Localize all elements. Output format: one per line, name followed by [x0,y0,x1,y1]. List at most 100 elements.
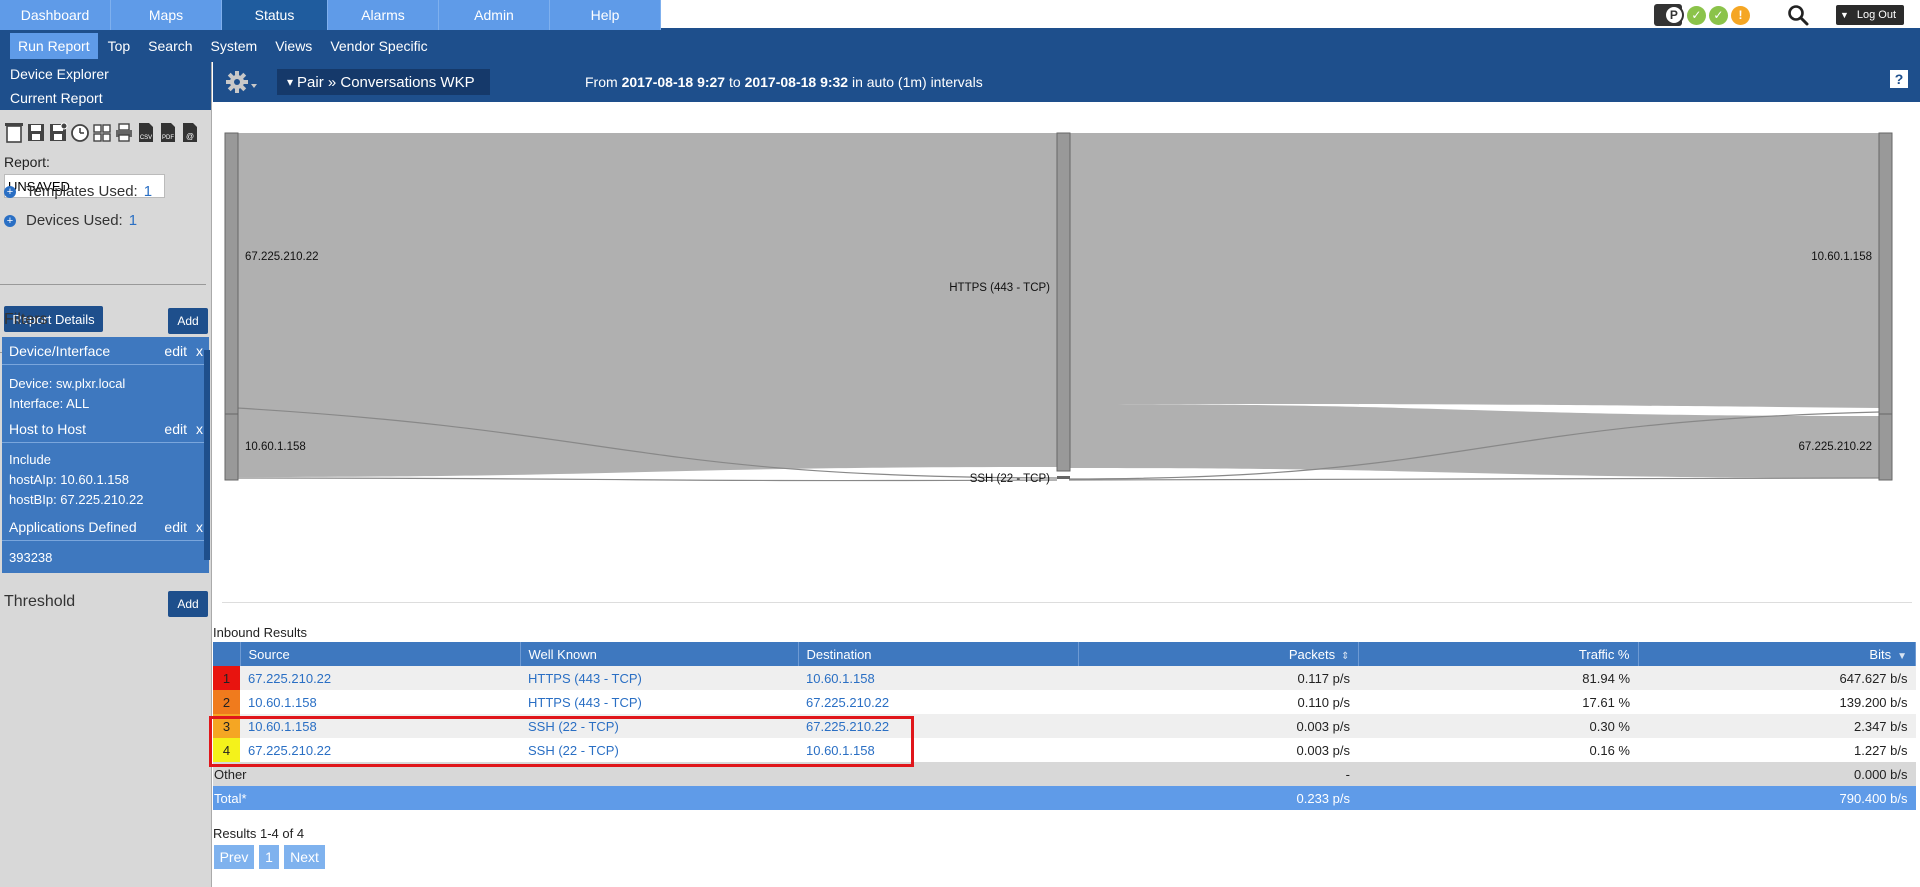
filter-edit-link[interactable]: edit [164,343,187,359]
bits-header[interactable]: Bits ▼ [1638,642,1916,666]
filter-line: Include [9,451,51,467]
device-explorer-link[interactable]: Device Explorer [0,62,211,86]
traffic-header[interactable]: Traffic % [1358,642,1639,666]
time-range[interactable]: From 2017-08-18 9:27 to 2017-08-18 9:32 … [585,74,983,90]
traffic-cell: 0.16 % [1358,738,1638,762]
clock-icon[interactable] [70,121,90,143]
print-icon[interactable] [114,121,134,143]
next-page-button[interactable]: Next [284,845,325,869]
packets-header[interactable]: Packets ⇕ [1078,642,1359,666]
destination-link[interactable]: 67.225.210.22 [806,719,889,734]
sankey-node[interactable] [1057,476,1070,479]
save-icon[interactable] [26,121,46,143]
view-selector-label: Pair » Conversations WKP [297,73,475,91]
threshold-title: Threshold [4,593,76,610]
bits-header-label: Bits [1869,646,1892,662]
source-link[interactable]: 10.60.1.158 [248,695,317,710]
source-header[interactable]: Source [240,642,521,666]
save-as-icon[interactable] [48,121,68,143]
tab-maps[interactable]: Maps [111,0,222,30]
tab-help[interactable]: Help [550,0,661,30]
page-1-button[interactable]: 1 [259,845,279,869]
well-known-header[interactable]: Well Known [520,642,799,666]
expand-plus-icon: + [4,185,16,198]
bits-cell: 2.347 b/s [1638,714,1916,738]
subnav-views[interactable]: Views [267,33,320,59]
system-status[interactable]: P ✓ ✓ ! [1653,4,1750,26]
source-link[interactable]: 10.60.1.158 [248,719,317,734]
destination-cell: 67.225.210.22 [798,714,1078,738]
subnav-search[interactable]: Search [140,33,200,59]
subnav-run-report[interactable]: Run Report [10,33,98,59]
templates-used-count[interactable]: 1 [144,183,152,200]
subnav-top[interactable]: Top [100,33,139,59]
filter-edit-link[interactable]: edit [164,421,187,437]
sankey-node[interactable] [1878,413,1893,481]
sankey-flow [237,133,1057,432]
sankey-flow [1069,133,1879,408]
subnav-system[interactable]: System [203,33,266,59]
other-row: Other - 0.000 b/s [213,762,1916,786]
source-link[interactable]: 67.225.210.22 [248,743,331,758]
rank-cell: 4 [213,738,240,762]
trash-icon[interactable] [4,121,24,143]
devices-used-count[interactable]: 1 [129,212,137,229]
other-bits: 0.000 b/s [1638,762,1916,786]
view-selector-button[interactable]: ▾ Pair » Conversations WKP [277,69,490,95]
destination-header[interactable]: Destination [798,642,1079,666]
grid-icon[interactable] [92,121,112,143]
destination-link[interactable]: 10.60.1.158 [806,671,875,686]
results-table: Source Well Known Destination Packets ⇕ T… [213,642,1916,810]
rank-cell: 1 [213,666,240,690]
sidebar-scrollbar[interactable] [204,350,210,560]
search-icon[interactable] [1786,3,1810,27]
filter-edit-link[interactable]: edit [164,519,187,535]
well-known-link[interactable]: SSH (22 - TCP) [528,719,619,734]
total-bits: 790.400 b/s [1638,786,1916,810]
current-report-link[interactable]: Current Report [0,86,211,110]
devices-used[interactable]: + Devices Used: 1 [4,212,137,229]
logout-button[interactable]: ▼ Log Out [1835,5,1904,25]
well-known-link[interactable]: HTTPS (443 - TCP) [528,695,642,710]
well-known-link[interactable]: SSH (22 - TCP) [528,743,619,758]
sankey-node[interactable] [224,413,239,481]
tab-status[interactable]: Status [222,0,328,30]
rank-header [213,642,241,666]
sankey-node[interactable] [1878,132,1893,432]
add-filter-button[interactable]: Add [168,308,208,334]
other-label: Other [213,762,1078,786]
sankey-node[interactable] [224,132,239,432]
destination-link[interactable]: 67.225.210.22 [806,695,889,710]
sankey-flow-thin [236,477,1058,482]
help-icon[interactable]: ? [1890,70,1908,88]
source-link[interactable]: 67.225.210.22 [248,671,331,686]
email-icon[interactable]: @ [180,121,200,143]
filter-remove-link[interactable]: x [196,421,203,437]
sankey-diagram: 67.225.210.22 10.60.1.158 HTTPS (443 - T… [224,132,1893,485]
filter-remove-link[interactable]: x [196,343,203,359]
sub-nav: Run Report Top Search System Views Vendo… [0,30,1920,62]
tab-admin[interactable]: Admin [439,0,550,30]
traffic-cell: 0.30 % [1358,714,1638,738]
source-cell: 67.225.210.22 [240,666,520,690]
traffic-cell: 17.61 % [1358,690,1638,714]
filter-host-to-host: Host to Host edit x Include hostAIp: 10.… [2,415,209,513]
tab-dashboard[interactable]: Dashboard [0,0,111,30]
sankey-label: SSH (22 - TCP) [970,473,1050,485]
csv-icon[interactable]: CSV [136,121,156,143]
sankey-node[interactable] [1056,132,1071,472]
pdf-icon[interactable]: PDF [158,121,178,143]
add-threshold-button[interactable]: Add [168,591,208,617]
table-row: 2 10.60.1.158 HTTPS (443 - TCP) 67.225.2… [213,690,1916,714]
gear-icon[interactable] [221,68,261,98]
prev-page-button[interactable]: Prev [214,845,254,869]
tab-alarms[interactable]: Alarms [328,0,439,30]
filter-remove-link[interactable]: x [196,519,203,535]
templates-used[interactable]: + Templates Used: 1 [4,183,152,200]
destination-link[interactable]: 10.60.1.158 [806,743,875,758]
total-label: Total* [213,786,1078,810]
filter-line: 393238 [9,549,53,565]
well-known-link[interactable]: HTTPS (443 - TCP) [528,671,642,686]
subnav-vendor-specific[interactable]: Vendor Specific [322,33,435,59]
filter-title: Host to Host [9,420,87,437]
